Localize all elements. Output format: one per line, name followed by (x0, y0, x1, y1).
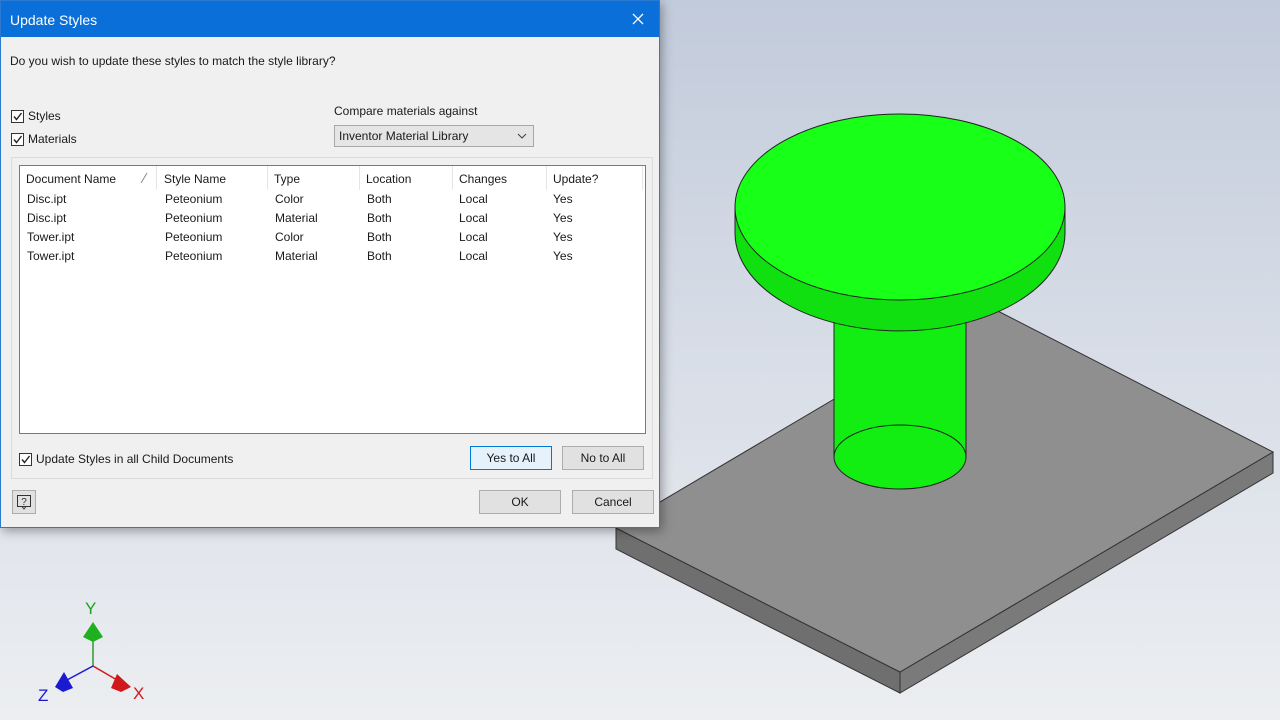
compare-materials-value: Inventor Material Library (339, 129, 469, 143)
styles-checkbox[interactable]: Styles (11, 109, 61, 123)
cell-type: Color (275, 192, 304, 206)
question-text: Do you wish to update these styles to ma… (10, 54, 336, 68)
z-axis-label: Z (38, 686, 49, 705)
view-triad (55, 622, 131, 692)
dialog-title-bar[interactable]: Update Styles (1, 1, 659, 37)
cell-document-name: Disc.ipt (27, 211, 67, 225)
column-header-document-name[interactable]: Document Name (20, 166, 157, 190)
column-header-location[interactable]: Location (360, 166, 453, 190)
cell-document-name: Disc.ipt (27, 192, 67, 206)
column-header-update[interactable]: Update? (547, 166, 643, 190)
compare-materials-label: Compare materials against (334, 104, 478, 118)
child-documents-checkbox-label: Update Styles in all Child Documents (36, 452, 234, 466)
cell-type: Material (275, 249, 318, 263)
child-documents-checkbox[interactable]: Update Styles in all Child Documents (19, 452, 233, 466)
x-axis-label: X (133, 684, 145, 703)
styles-checkbox-label: Styles (28, 109, 61, 123)
cell-style-name: Peteonium (165, 211, 223, 225)
checkmark-icon (13, 112, 23, 121)
materials-checkbox[interactable]: Materials (11, 132, 77, 146)
cell-style-name: Peteonium (165, 230, 223, 244)
cell-location: Both (367, 211, 392, 225)
cell-changes: Local (459, 192, 488, 206)
close-icon (632, 13, 644, 25)
materials-checkbox-box[interactable] (11, 132, 24, 146)
table-row[interactable]: Tower.ipt Peteonium Material Both Local … (20, 247, 645, 266)
chevron-down-icon (517, 133, 527, 139)
cancel-button[interactable]: Cancel (572, 490, 654, 514)
disc (734, 113, 1066, 332)
cell-changes: Local (459, 249, 488, 263)
help-button[interactable]: ? (12, 490, 36, 514)
column-header-changes[interactable]: Changes (453, 166, 547, 190)
column-header-type[interactable]: Type (268, 166, 360, 190)
y-axis-label: Y (85, 599, 97, 618)
table-row[interactable]: Disc.ipt Peteonium Material Both Local Y… (20, 209, 645, 228)
cell-update: Yes (553, 230, 573, 244)
yes-to-all-button[interactable]: Yes to All (470, 446, 552, 470)
cell-update: Yes (553, 249, 573, 263)
cell-document-name: Tower.ipt (27, 230, 75, 244)
cell-document-name: Tower.ipt (27, 249, 75, 263)
column-header-style-name[interactable]: Style Name (158, 166, 268, 190)
materials-checkbox-label: Materials (28, 132, 77, 146)
help-icon: ? (17, 495, 31, 510)
cell-update: Yes (553, 211, 573, 225)
styles-list[interactable]: Document Name Style Name Type Location C… (19, 165, 646, 434)
cell-update: Yes (553, 192, 573, 206)
sort-indicator-icon (140, 172, 148, 184)
update-styles-dialog: Update Styles Do you wish to update thes… (0, 0, 660, 528)
cell-location: Both (367, 249, 392, 263)
cell-type: Color (275, 230, 304, 244)
cell-changes: Local (459, 211, 488, 225)
cell-location: Both (367, 230, 392, 244)
ok-button[interactable]: OK (479, 490, 561, 514)
cell-style-name: Peteonium (165, 249, 223, 263)
checkmark-icon (13, 135, 23, 144)
cell-changes: Local (459, 230, 488, 244)
child-documents-checkbox-box[interactable] (19, 452, 32, 466)
close-button[interactable] (617, 1, 659, 37)
list-header: Document Name Style Name Type Location C… (20, 166, 645, 190)
svg-text:?: ? (21, 497, 27, 508)
styles-checkbox-box[interactable] (11, 109, 24, 123)
compare-materials-dropdown[interactable]: Inventor Material Library (334, 125, 534, 147)
table-row[interactable]: Tower.ipt Peteonium Color Both Local Yes (20, 228, 645, 247)
cell-type: Material (275, 211, 318, 225)
dialog-title: Update Styles (10, 12, 98, 28)
checkmark-icon (21, 455, 31, 464)
cell-style-name: Peteonium (165, 192, 223, 206)
table-row[interactable]: Disc.ipt Peteonium Color Both Local Yes (20, 190, 645, 209)
no-to-all-button[interactable]: No to All (562, 446, 644, 470)
cell-location: Both (367, 192, 392, 206)
